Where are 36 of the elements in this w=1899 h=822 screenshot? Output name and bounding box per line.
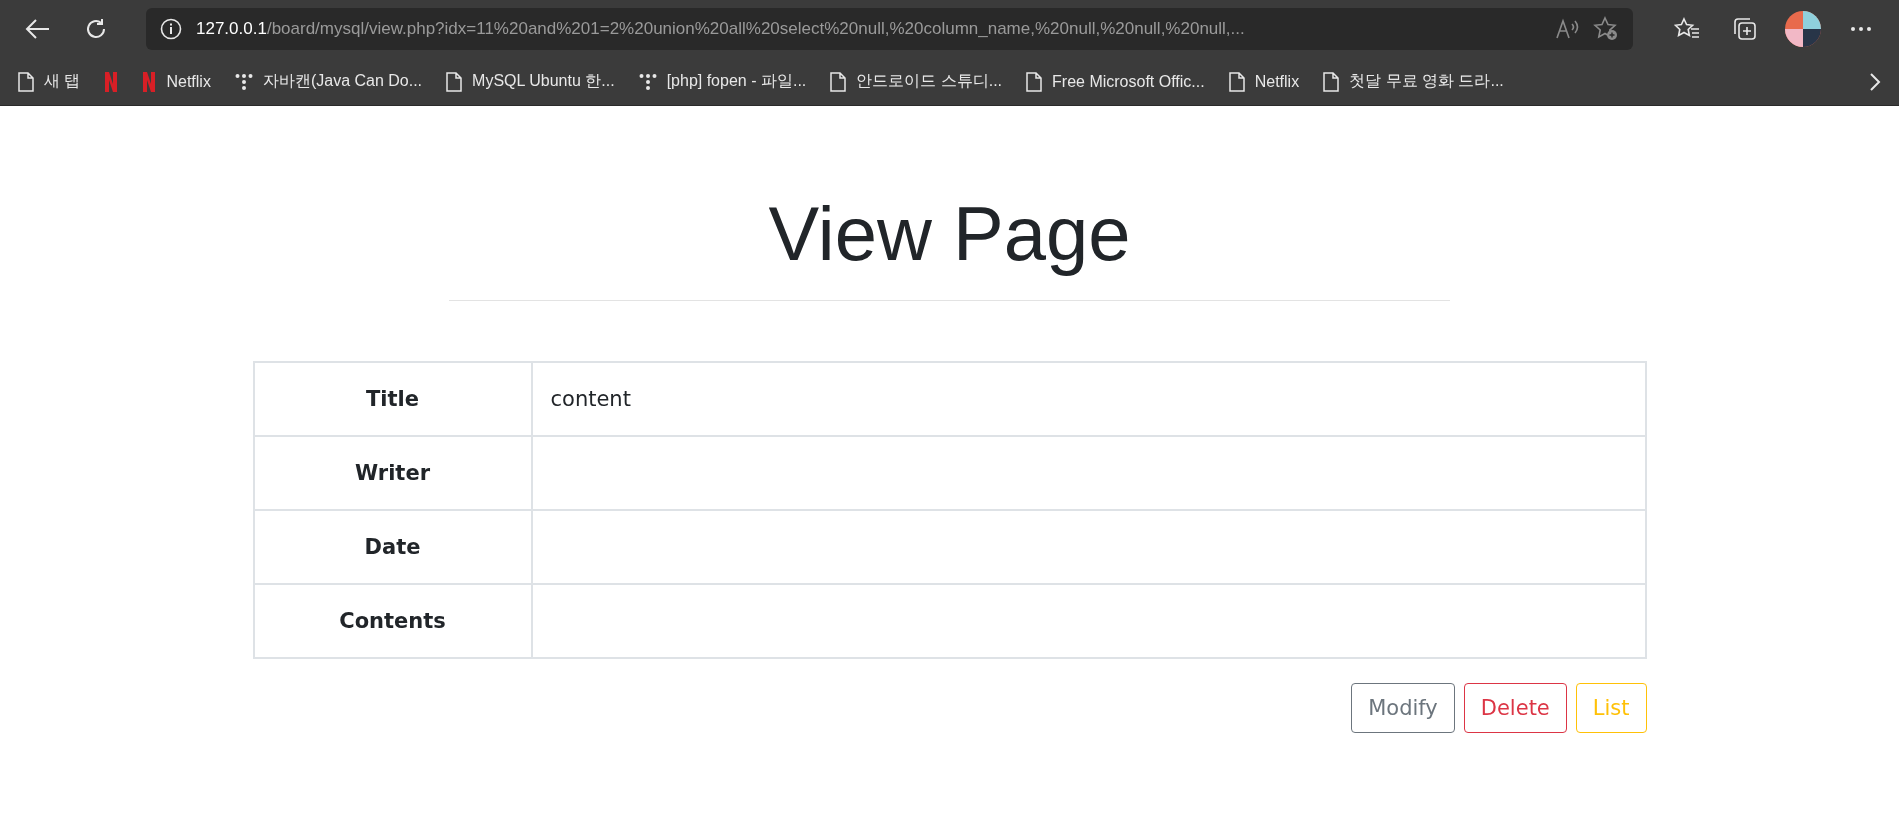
table-header-cell: Date bbox=[253, 510, 532, 584]
bookmark-link[interactable]: [php] fopen - 파일... bbox=[666, 71, 807, 92]
bookmark-link[interactable]: 자바캔(Java Can Do... bbox=[262, 71, 423, 92]
outline-button[interactable]: Modify bbox=[1351, 683, 1455, 733]
back-arrow-icon[interactable] bbox=[25, 18, 51, 40]
table-header-cell: Writer bbox=[253, 436, 532, 510]
page-icon[interactable] bbox=[1026, 71, 1043, 92]
reload-icon[interactable] bbox=[84, 17, 108, 41]
outline-button[interactable]: Delete bbox=[1463, 683, 1567, 733]
dots-icon[interactable] bbox=[638, 72, 657, 91]
table-header-cell: Contents bbox=[253, 584, 532, 658]
page-icon[interactable] bbox=[1323, 71, 1340, 92]
bookmark-link[interactable]: MySQL Ubuntu 한... bbox=[472, 71, 615, 92]
dots-icon[interactable] bbox=[234, 72, 253, 91]
page-icon[interactable] bbox=[446, 71, 463, 92]
info-icon[interactable] bbox=[160, 18, 182, 40]
favorites-icon[interactable] bbox=[1674, 17, 1700, 41]
bookmark-link[interactable]: Free Microsoft Offic... bbox=[1052, 72, 1205, 91]
page-icon[interactable] bbox=[1228, 71, 1245, 92]
page-icon[interactable] bbox=[18, 71, 34, 92]
table-cell: content bbox=[531, 362, 1646, 436]
url-text: 127.0.0.1/board/mysql/view.php?idx=11%20and%201=2%20union%20all%20select%20null,%20column_name,%20null,%20null,%20null,... bbox=[196, 19, 1246, 39]
avatar-icon[interactable] bbox=[1784, 10, 1822, 48]
bookmark-link[interactable]: 안드로이드 스튜디... bbox=[856, 71, 1003, 92]
bookmark-link[interactable]: Netflix bbox=[1254, 72, 1300, 91]
bookmark-link[interactable]: 첫달 무료 영화 드라... bbox=[1349, 71, 1504, 92]
chevron-right-icon[interactable] bbox=[1869, 71, 1881, 92]
read-aloud-icon[interactable] bbox=[1555, 18, 1579, 40]
table-header-cell: Title bbox=[253, 362, 532, 436]
bookmark-link[interactable]: Netflix bbox=[166, 72, 211, 91]
bookmark-link[interactable]: 새 탭 bbox=[44, 71, 81, 92]
more-icon[interactable] bbox=[1850, 26, 1872, 32]
address-bar[interactable]: 127.0.0.1/board/mysql/view.php?idx=11%20and%201=2%20union%20all%20select%20null,%20column_name,%20null,%20null,%20null,... bbox=[146, 8, 1633, 50]
collections-icon[interactable] bbox=[1732, 16, 1758, 42]
star-plus-icon[interactable] bbox=[1593, 16, 1619, 42]
page-icon[interactable] bbox=[830, 71, 847, 92]
